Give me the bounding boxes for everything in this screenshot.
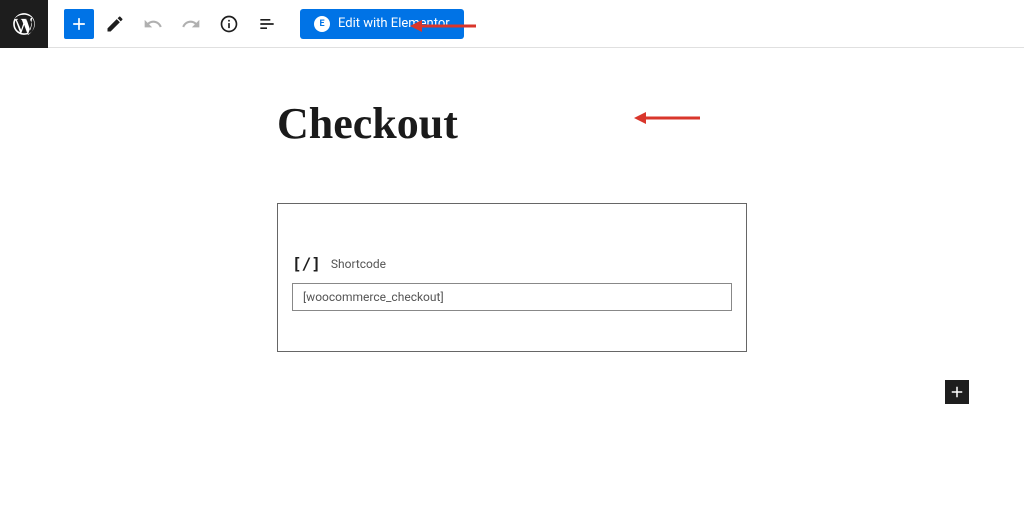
add-block-inline-button[interactable] xyxy=(945,380,969,404)
info-button[interactable] xyxy=(212,7,246,41)
wordpress-logo[interactable] xyxy=(0,0,48,48)
redo-button[interactable] xyxy=(174,7,208,41)
elementor-icon: E xyxy=(314,16,330,32)
redo-icon xyxy=(181,14,201,34)
shortcode-header: [/] Shortcode xyxy=(292,254,732,273)
shortcode-block[interactable]: [/] Shortcode xyxy=(277,203,747,352)
shortcode-icon: [/] xyxy=(292,254,321,273)
undo-button[interactable] xyxy=(136,7,170,41)
info-icon xyxy=(219,14,239,34)
shortcode-input[interactable] xyxy=(292,283,732,311)
list-outline-icon xyxy=(257,14,277,34)
pencil-icon xyxy=(105,14,125,34)
annotation-arrow-2 xyxy=(632,110,702,126)
editor-toolbar: E Edit with Elementor xyxy=(0,0,1024,48)
edit-tool-button[interactable] xyxy=(98,7,132,41)
plus-icon xyxy=(69,14,89,34)
toolbar-tools: E Edit with Elementor xyxy=(48,7,464,41)
add-block-toolbar-button[interactable] xyxy=(64,9,94,39)
plus-icon xyxy=(948,383,966,401)
editor-content: Checkout [/] Shortcode xyxy=(0,48,1024,352)
shortcode-label: Shortcode xyxy=(331,257,386,271)
undo-icon xyxy=(143,14,163,34)
wordpress-icon xyxy=(11,11,37,37)
outline-button[interactable] xyxy=(250,7,284,41)
annotation-arrow-1 xyxy=(408,18,478,34)
